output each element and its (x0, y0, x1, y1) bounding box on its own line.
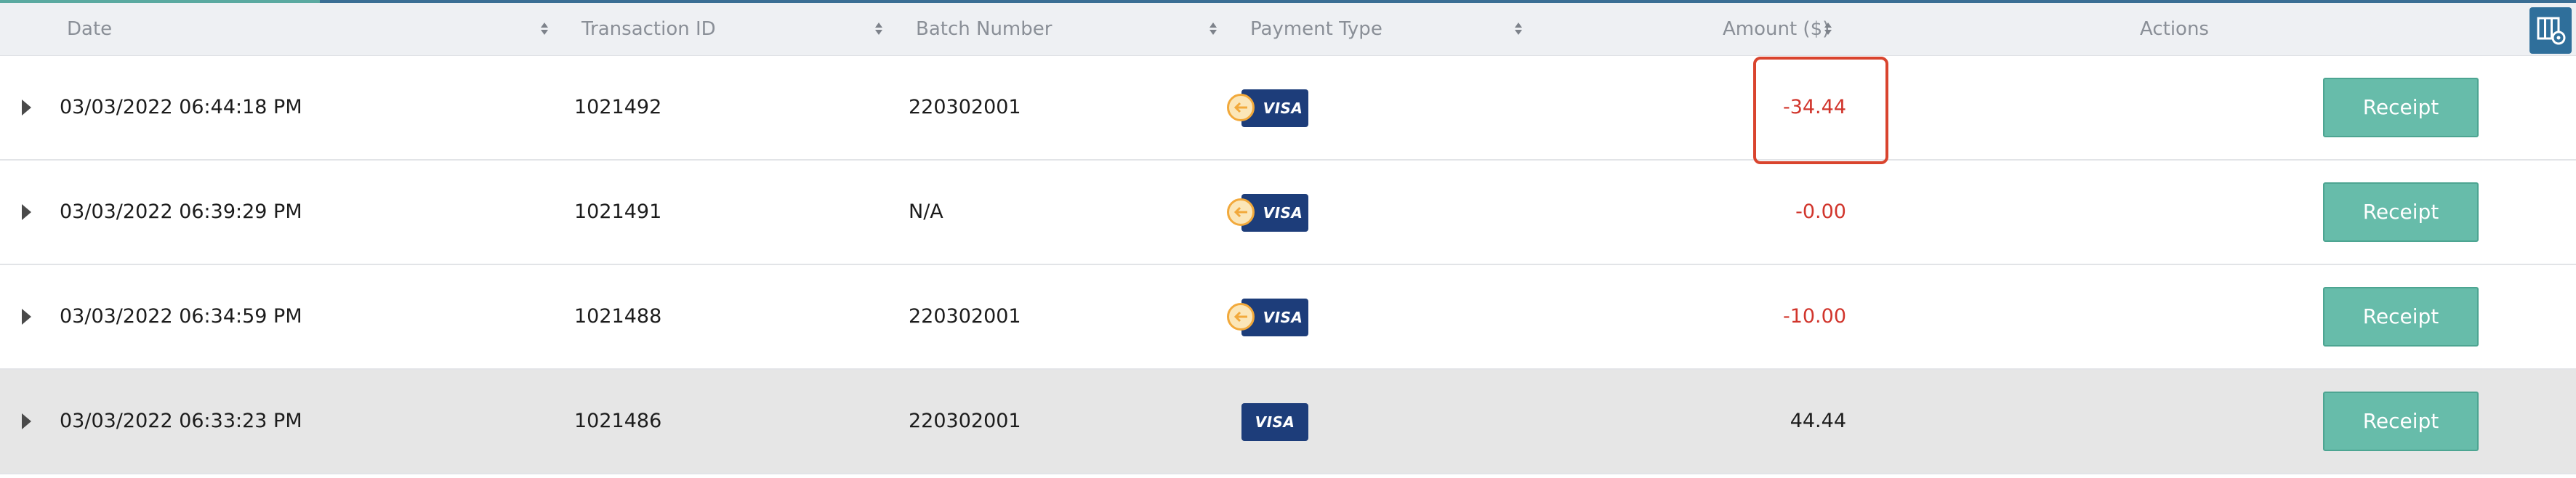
sort-icon[interactable] (1823, 22, 1833, 36)
visa-card-icon: VISA (1241, 403, 1308, 441)
batch-number-cell: N/A (909, 200, 943, 223)
column-settings-button[interactable] (2529, 7, 2572, 54)
refund-arrow-icon (1227, 94, 1255, 121)
transaction-id-cell: 1021492 (574, 96, 662, 118)
date-cell: 03/03/2022 06:44:18 PM (60, 96, 302, 118)
header-date[interactable]: Date (67, 3, 112, 55)
header-batch-number[interactable]: Batch Number (916, 3, 1052, 55)
header-transaction-id[interactable]: Transaction ID (581, 3, 716, 55)
transaction-id-cell: 1021491 (574, 200, 662, 223)
batch-number-cell: 220302001 (909, 305, 1021, 328)
table-row[interactable]: 03/03/2022 06:44:18 PM 1021492 220302001… (0, 56, 2576, 161)
refund-arrow-icon (1227, 198, 1255, 226)
transaction-id-cell: 1021486 (574, 410, 662, 432)
date-cell: 03/03/2022 06:33:23 PM (60, 410, 302, 432)
header-payment-type[interactable]: Payment Type (1250, 3, 1382, 55)
batch-number-cell: 220302001 (909, 410, 1021, 432)
sort-icon[interactable] (539, 22, 550, 36)
batch-number-cell: 220302001 (909, 96, 1021, 118)
amount-cell: -10.00 (1782, 305, 1846, 328)
receipt-button[interactable]: Receipt (2323, 392, 2479, 451)
header-amount[interactable]: Amount ($) (1723, 3, 1830, 55)
table-row[interactable]: 03/03/2022 06:39:29 PM 1021491 N/A VISA … (0, 161, 2576, 265)
date-cell: 03/03/2022 06:39:29 PM (60, 200, 302, 223)
amount-cell: 44.44 (1790, 410, 1846, 432)
amount-cell: -0.00 (1795, 200, 1846, 223)
amount-cell: -34.44 (1782, 96, 1846, 118)
table-row[interactable]: 03/03/2022 06:34:59 PM 1021488 220302001… (0, 265, 2576, 370)
sort-icon[interactable] (874, 22, 884, 36)
expand-row-caret-icon[interactable] (22, 413, 31, 429)
receipt-button[interactable]: Receipt (2323, 287, 2479, 347)
expand-row-caret-icon[interactable] (22, 309, 31, 325)
sort-icon[interactable] (1208, 22, 1218, 36)
refund-arrow-icon (1227, 303, 1255, 331)
sort-icon[interactable] (1513, 22, 1524, 36)
table-row[interactable]: 03/03/2022 06:33:23 PM 1021486 220302001… (0, 370, 2576, 474)
expand-row-caret-icon[interactable] (22, 204, 31, 220)
expand-row-caret-icon[interactable] (22, 100, 31, 116)
header-actions: Actions (2140, 18, 2209, 40)
receipt-button[interactable]: Receipt (2323, 182, 2479, 242)
column-settings-icon (2537, 17, 2566, 45)
table-header: Date Transaction ID Batch Number Payment… (0, 3, 2576, 56)
transaction-id-cell: 1021488 (574, 305, 662, 328)
date-cell: 03/03/2022 06:34:59 PM (60, 305, 302, 328)
receipt-button[interactable]: Receipt (2323, 78, 2479, 137)
